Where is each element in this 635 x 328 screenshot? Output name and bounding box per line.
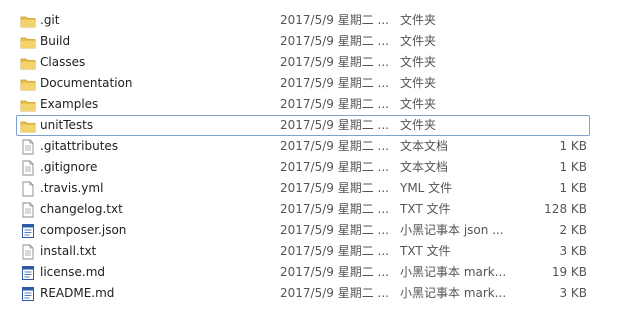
name-cell: install.txt bbox=[20, 241, 96, 262]
text-document-icon bbox=[20, 160, 36, 176]
file-type: 小黑记事本 json ... bbox=[400, 223, 504, 237]
folder-icon bbox=[20, 34, 36, 50]
file-name: README.md bbox=[40, 286, 115, 300]
file-size: 3 KB bbox=[559, 286, 587, 300]
date-modified: 2017/5/9 星期二 ... bbox=[280, 76, 389, 90]
text-document-icon bbox=[20, 244, 36, 260]
file-row-gitignore[interactable]: .gitignore 2017/5/9 星期二 ... 文本文档 1 KB bbox=[0, 157, 635, 178]
date-modified: 2017/5/9 星期二 ... bbox=[280, 34, 389, 48]
name-cell: .gitattributes bbox=[20, 136, 118, 157]
file-name: .travis.yml bbox=[40, 181, 104, 195]
blank-file-icon bbox=[20, 181, 36, 197]
file-type: YML 文件 bbox=[400, 181, 453, 195]
file-size: 3 KB bbox=[559, 244, 587, 258]
file-name: composer.json bbox=[40, 223, 127, 237]
date-modified: 2017/5/9 星期二 ... bbox=[280, 118, 389, 132]
file-size: 1 KB bbox=[559, 160, 587, 174]
file-name: .git bbox=[40, 13, 60, 27]
file-name: Classes bbox=[40, 55, 86, 69]
file-row-build[interactable]: Build 2017/5/9 星期二 ... 文件夹 bbox=[0, 31, 635, 52]
file-type: 小黑记事本 mark... bbox=[400, 265, 507, 279]
name-cell: .gitignore bbox=[20, 157, 97, 178]
file-name: license.md bbox=[40, 265, 106, 279]
notepad-icon bbox=[20, 286, 36, 302]
folder-icon bbox=[20, 76, 36, 92]
notepad-icon bbox=[20, 223, 36, 239]
name-cell: composer.json bbox=[20, 220, 126, 241]
file-size: 1 KB bbox=[559, 181, 587, 195]
file-type: TXT 文件 bbox=[400, 202, 451, 216]
file-row-readme[interactable]: README.md 2017/5/9 星期二 ... 小黑记事本 mark...… bbox=[0, 283, 635, 304]
date-modified: 2017/5/9 星期二 ... bbox=[280, 265, 389, 279]
name-cell: Classes bbox=[20, 52, 85, 73]
name-cell: Documentation bbox=[20, 73, 133, 94]
date-modified: 2017/5/9 星期二 ... bbox=[280, 13, 389, 27]
file-size: 1 KB bbox=[559, 139, 587, 153]
name-cell: .travis.yml bbox=[20, 178, 103, 199]
file-name: install.txt bbox=[40, 244, 97, 258]
file-name: .gitattributes bbox=[40, 139, 119, 153]
name-cell: unitTests bbox=[20, 115, 93, 136]
file-name: Build bbox=[40, 34, 71, 48]
file-row-classes[interactable]: Classes 2017/5/9 星期二 ... 文件夹 bbox=[0, 52, 635, 73]
name-cell: Examples bbox=[20, 94, 98, 115]
file-row-documentation[interactable]: Documentation 2017/5/9 星期二 ... 文件夹 bbox=[0, 73, 635, 94]
file-type: 文本文档 bbox=[400, 139, 449, 153]
file-type: TXT 文件 bbox=[400, 244, 451, 258]
date-modified: 2017/5/9 星期二 ... bbox=[280, 244, 389, 258]
date-modified: 2017/5/9 星期二 ... bbox=[280, 181, 389, 195]
file-row-git[interactable]: .git 2017/5/9 星期二 ... 文件夹 bbox=[0, 10, 635, 31]
name-cell: license.md bbox=[20, 262, 105, 283]
file-row-composer[interactable]: composer.json 2017/5/9 星期二 ... 小黑记事本 jso… bbox=[0, 220, 635, 241]
file-name: Examples bbox=[40, 97, 99, 111]
file-type: 文件夹 bbox=[400, 97, 437, 111]
file-type: 文件夹 bbox=[400, 76, 437, 90]
text-document-icon bbox=[20, 139, 36, 155]
file-row-install[interactable]: install.txt 2017/5/9 星期二 ... TXT 文件 3 KB bbox=[0, 241, 635, 262]
file-row-unittests[interactable]: unitTests 2017/5/9 星期二 ... 文件夹 bbox=[16, 115, 590, 136]
folder-icon bbox=[20, 13, 36, 29]
file-list: .git 2017/5/9 星期二 ... 文件夹 Build 2017/5/9… bbox=[0, 10, 635, 304]
file-row-license[interactable]: license.md 2017/5/9 星期二 ... 小黑记事本 mark..… bbox=[0, 262, 635, 283]
file-name: changelog.txt bbox=[40, 202, 123, 216]
file-row-gitattributes[interactable]: .gitattributes 2017/5/9 星期二 ... 文本文档 1 K… bbox=[0, 136, 635, 157]
date-modified: 2017/5/9 星期二 ... bbox=[280, 139, 389, 153]
file-size: 2 KB bbox=[559, 223, 587, 237]
date-modified: 2017/5/9 星期二 ... bbox=[280, 223, 389, 237]
name-cell: Build bbox=[20, 31, 70, 52]
file-name: .gitignore bbox=[40, 160, 98, 174]
text-document-icon bbox=[20, 202, 36, 218]
file-name: Documentation bbox=[40, 76, 133, 90]
name-cell: README.md bbox=[20, 283, 114, 304]
file-row-changelog[interactable]: changelog.txt 2017/5/9 星期二 ... TXT 文件 12… bbox=[0, 199, 635, 220]
file-size: 19 KB bbox=[551, 265, 587, 279]
date-modified: 2017/5/9 星期二 ... bbox=[280, 160, 389, 174]
file-row-examples[interactable]: Examples 2017/5/9 星期二 ... 文件夹 bbox=[0, 94, 635, 115]
folder-icon bbox=[20, 97, 36, 113]
file-type: 小黑记事本 mark... bbox=[400, 286, 507, 300]
file-type: 文件夹 bbox=[400, 118, 437, 132]
date-modified: 2017/5/9 星期二 ... bbox=[280, 202, 389, 216]
file-type: 文本文档 bbox=[400, 160, 449, 174]
date-modified: 2017/5/9 星期二 ... bbox=[280, 286, 389, 300]
folder-icon bbox=[20, 55, 36, 71]
name-cell: changelog.txt bbox=[20, 199, 123, 220]
file-name: unitTests bbox=[40, 118, 94, 132]
file-type: 文件夹 bbox=[400, 55, 437, 69]
date-modified: 2017/5/9 星期二 ... bbox=[280, 97, 389, 111]
file-size: 128 KB bbox=[544, 202, 587, 216]
file-type: 文件夹 bbox=[400, 34, 437, 48]
folder-icon bbox=[20, 118, 36, 134]
date-modified: 2017/5/9 星期二 ... bbox=[280, 55, 389, 69]
name-cell: .git bbox=[20, 10, 59, 31]
file-row-travis[interactable]: .travis.yml 2017/5/9 星期二 ... YML 文件 1 KB bbox=[0, 178, 635, 199]
file-type: 文件夹 bbox=[400, 13, 437, 27]
notepad-icon bbox=[20, 265, 36, 281]
